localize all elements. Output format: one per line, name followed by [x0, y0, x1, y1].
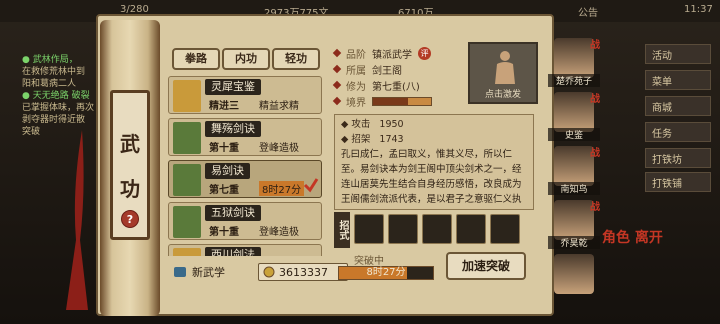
attack-stat: ◆ 攻击 1950	[341, 119, 404, 130]
skill-item[interactable]: 舞殇剑诀 第十重 登峰造极	[168, 118, 322, 156]
move-icon[interactable]	[456, 214, 486, 244]
book-icon	[173, 206, 201, 238]
speed-up-button[interactable]: 加速突破	[446, 252, 526, 280]
skill-timer: 8时27分	[259, 181, 305, 196]
move-icon[interactable]	[490, 214, 520, 244]
sect-label: 所属	[346, 65, 366, 77]
skill-level: 第十重	[209, 143, 239, 154]
breakthrough-bar: 8时27分	[338, 266, 434, 280]
points-value: 3613337	[279, 265, 328, 279]
cultivation-label: 修为	[346, 81, 366, 93]
grade-value: 镇派武学	[372, 49, 412, 61]
coin-icon	[263, 266, 275, 278]
move-icon[interactable]	[422, 214, 452, 244]
skill-name: 五狱剑诀	[205, 205, 261, 221]
avatar	[554, 200, 594, 240]
skill-list[interactable]: 灵犀宝鉴 精进三 精益求精 舞殇剑诀 第十重 登峰造极 易剑诀 第七重 8时27…	[168, 76, 324, 256]
defense-stat: ◆ 招架 1743	[341, 134, 404, 145]
nest-button[interactable]: 打铁坊	[645, 148, 711, 168]
monk-figure-icon	[495, 51, 515, 84]
avatar	[554, 38, 594, 78]
character-leave-text[interactable]: 角色 离开	[602, 230, 663, 246]
character-name: 南知鸟	[548, 182, 600, 195]
battle-badge: 战	[590, 40, 600, 51]
book-icon	[173, 122, 201, 154]
new-skill-label: 新武学	[192, 266, 225, 279]
skill-state: 精益求精	[259, 101, 299, 112]
clock: 11:37	[684, 4, 713, 15]
battle-badge: 战	[590, 148, 600, 159]
scroll-icon	[174, 267, 186, 277]
moves-row: 招式	[334, 212, 534, 252]
book-icon	[173, 164, 201, 196]
character-name: 史鉴	[548, 128, 600, 141]
attack-label: 攻击	[351, 119, 371, 130]
book-icon	[173, 248, 201, 256]
help-button[interactable]: ?	[121, 210, 139, 228]
skill-description: ◆ 攻击 1950 ◆ 招架 1743 孔曰成仁，孟曰取义，惟其义尽，所以仁至。…	[334, 114, 534, 210]
tab-inner[interactable]: 内功	[222, 48, 270, 70]
skill-item[interactable]: 灵犀宝鉴 精进三 精益求精	[168, 76, 322, 114]
moves-label: 招式	[334, 212, 350, 248]
attack-value: 1950	[379, 119, 404, 130]
battle-badge: 战	[590, 94, 600, 105]
title-char: 武	[120, 132, 140, 156]
character-card[interactable]: 南知鸟 战	[548, 144, 600, 196]
check-icon	[303, 178, 319, 193]
skill-state: 登峰造极	[259, 143, 299, 154]
defense-label: 招架	[351, 134, 371, 145]
activate-button[interactable]: 点击激发	[468, 42, 538, 104]
avatar	[554, 146, 594, 186]
move-icon[interactable]	[388, 214, 418, 244]
avatar	[554, 254, 594, 294]
activity-button[interactable]: 活动	[645, 44, 711, 64]
grade-badge: 评	[418, 46, 431, 60]
task-button[interactable]: 任务	[645, 122, 711, 142]
description-text: 孔曰成仁，孟曰取义，惟其义尽，所以仁至。易剑诀本为剑王阁中顶尖剑术之一，经连山居…	[341, 149, 522, 205]
move-icon[interactable]	[354, 214, 384, 244]
skill-name: 易剑诀	[205, 163, 250, 179]
skill-item-selected[interactable]: 易剑诀 第七重 8时27分	[168, 160, 322, 198]
announce-button[interactable]: 公告	[578, 4, 598, 19]
skill-item[interactable]: 西川剑法	[168, 244, 322, 256]
menu-button[interactable]: 菜单	[645, 70, 711, 90]
skill-name: 舞殇剑诀	[205, 121, 261, 137]
skill-item[interactable]: 五狱剑诀 第十重 登峰造极	[168, 202, 322, 240]
character-card[interactable]	[548, 252, 600, 304]
defense-value: 1743	[379, 134, 404, 145]
quest-panel[interactable]: ● 武林作局， 在救修荒林中到 阳和葛病二人 ● 天无绝路 破裂 已掌握体味，再…	[0, 40, 110, 160]
shop-button[interactable]: 商城	[645, 96, 711, 116]
character-name: 楚乔苑子	[548, 74, 600, 87]
breakthrough-label: 突破中	[354, 256, 384, 267]
avatar	[554, 92, 594, 132]
book-icon	[173, 80, 201, 112]
sect-value: 剑王阁	[372, 65, 402, 77]
tassel-decoration	[66, 130, 88, 310]
title-char: 功	[120, 177, 140, 201]
battle-badge: 战	[590, 202, 600, 213]
realm-label: 境界	[346, 97, 366, 109]
character-card[interactable]: 史鉴 战	[548, 90, 600, 142]
realm-bar	[372, 96, 432, 106]
forge-button[interactable]: 打铁铺	[645, 172, 711, 192]
tab-fist[interactable]: 拳路	[172, 48, 220, 70]
grade-label: 品阶	[346, 49, 366, 61]
skill-level: 精进三	[209, 101, 239, 112]
skill-level: 第十重	[209, 227, 239, 238]
cultivation-value: 第七重(八)	[372, 81, 420, 93]
skill-name: 灵犀宝鉴	[205, 79, 261, 95]
skill-name: 西川剑法	[205, 247, 261, 256]
activate-label: 点击激发	[484, 90, 521, 100]
new-skill-button[interactable]: 新武学	[172, 262, 254, 282]
character-card[interactable]: 楚乔苑子 战	[548, 36, 600, 88]
character-name: 乔昊乾	[548, 236, 600, 249]
character-card[interactable]: 乔昊乾 战	[548, 198, 600, 250]
skill-level: 第七重	[209, 185, 239, 196]
breakthrough-status: 突破中 8时27分	[334, 252, 444, 282]
breakthrough-timer: 8时27分	[366, 267, 406, 278]
character-column: 楚乔苑子战 史鉴战 南知鸟战 乔昊乾战	[544, 36, 604, 294]
tab-light[interactable]: 轻功	[272, 48, 320, 70]
skill-state: 登峰造极	[259, 227, 299, 238]
